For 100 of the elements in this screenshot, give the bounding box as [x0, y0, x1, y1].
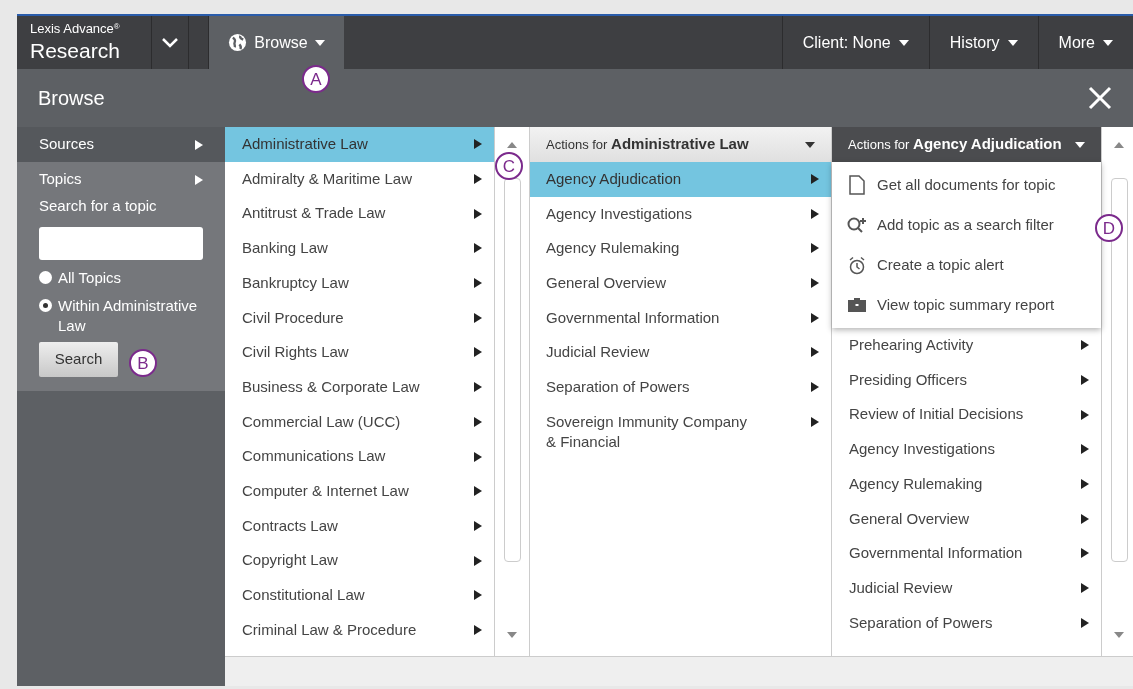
expand-arrow-icon	[1081, 583, 1089, 594]
action-menu-item[interactable]: View topic summary report	[832, 285, 1069, 325]
topic-item[interactable]: Judicial Review	[832, 570, 1101, 606]
scroll-down-icon	[1114, 632, 1124, 638]
briefcase-icon	[847, 297, 867, 313]
actions-header[interactable]: Actions for Agency Adjudication	[832, 127, 1101, 162]
radio-button[interactable]	[39, 270, 52, 284]
radio-label: Within Administrative Law	[58, 295, 199, 336]
topic-item[interactable]: Sovereign Immunity Company & Financial	[530, 404, 831, 452]
topic-item[interactable]: Commercial Law (UCC)	[225, 404, 494, 440]
expand-arrow-icon	[474, 208, 482, 219]
expand-arrow-icon	[195, 174, 203, 185]
topic-item[interactable]: Business & Corporate Law	[225, 369, 494, 405]
expand-arrow-icon	[1081, 513, 1089, 524]
topic-item[interactable]: Bankruptcy Law	[225, 265, 494, 301]
expand-arrow-icon	[195, 139, 203, 150]
expand-arrow-icon	[474, 174, 482, 185]
expand-arrow-icon	[811, 312, 819, 323]
expand-arrow-icon	[1081, 479, 1089, 490]
topic-search-field[interactable]	[39, 226, 203, 260]
dropdown-arrow-icon	[1103, 39, 1113, 46]
topic-item[interactable]: Separation of Powers	[530, 370, 831, 405]
topic-item[interactable]: Communications Law	[225, 439, 494, 474]
topic-item[interactable]: Banking Law	[225, 231, 494, 266]
topic-item[interactable]: Agency Adjudication	[530, 162, 831, 197]
search-plus-icon	[847, 216, 867, 234]
action-menu-item[interactable]: Add topic as a search filter	[832, 205, 1068, 245]
topic-item[interactable]: Civil Rights Law	[225, 335, 494, 370]
topic-item[interactable]: Agency Rulemaking	[530, 231, 831, 267]
expand-arrow-icon	[1081, 444, 1089, 455]
expand-arrow-icon	[474, 139, 482, 150]
category-item[interactable]: Sources	[17, 127, 225, 162]
topic-item[interactable]: Constitutional Law	[225, 577, 494, 613]
radio-button[interactable]	[39, 298, 52, 312]
expand-arrow-icon	[1081, 409, 1089, 420]
search-button[interactable]: Search	[39, 341, 118, 377]
expand-arrow-icon	[474, 624, 482, 635]
dropdown-arrow-icon	[1007, 39, 1018, 46]
chevron-down-icon	[162, 37, 178, 48]
topic-item[interactable]: Separation of Powers	[832, 605, 1101, 641]
radio-label: All Topics	[58, 267, 122, 288]
expand-arrow-icon	[474, 243, 482, 254]
topic-item[interactable]: Governmental Information	[530, 300, 831, 336]
expand-arrow-icon	[474, 416, 482, 427]
topic-item[interactable]: Prehearing Activity	[832, 328, 1101, 363]
topic-item[interactable]: General Overview	[530, 266, 831, 301]
expand-arrow-icon	[474, 347, 482, 358]
category-item[interactable]: Topics	[17, 162, 225, 197]
action-menu-item[interactable]: Create a topic alert	[832, 245, 1018, 285]
expand-arrow-icon	[811, 347, 819, 358]
expand-arrow-icon	[474, 382, 482, 393]
topic-item[interactable]: Antitrust & Trade Law	[225, 196, 494, 232]
globe-icon	[228, 33, 248, 52]
expand-arrow-icon	[1081, 340, 1089, 351]
topic-item[interactable]: Copyright Law	[225, 543, 494, 578]
document-icon	[849, 175, 865, 195]
expand-arrow-icon	[811, 416, 819, 427]
expand-arrow-icon	[1081, 617, 1089, 628]
action-menu-item[interactable]: Get all documents for topic	[832, 165, 1070, 205]
expand-arrow-icon	[811, 174, 819, 184]
expand-arrow-icon	[1081, 548, 1089, 559]
search-label: Search for a topic	[39, 196, 158, 216]
topic-item[interactable]: Admiralty & Maritime Law	[225, 161, 494, 197]
topic-item[interactable]: Administrative Law	[225, 127, 494, 162]
expand-arrow-icon	[474, 278, 482, 289]
scroll-up-icon	[507, 142, 517, 148]
dropdown-arrow-icon	[805, 141, 815, 148]
close-icon[interactable]	[1088, 86, 1112, 110]
topic-item[interactable]: Presiding Officers	[832, 362, 1101, 398]
topic-item[interactable]: Civil Procedure	[225, 300, 494, 336]
scroll-up-icon	[1114, 142, 1124, 148]
expand-arrow-icon	[474, 590, 482, 601]
expand-arrow-icon	[811, 382, 819, 393]
browse-title: Browse	[38, 86, 105, 111]
expand-arrow-icon	[474, 486, 482, 497]
topic-item[interactable]: Judicial Review	[530, 335, 831, 371]
topic-item[interactable]: Agency Investigations	[530, 196, 831, 232]
expand-arrow-icon	[811, 278, 819, 289]
scroll-down-icon	[507, 632, 517, 638]
topic-item[interactable]: Contracts Law	[225, 508, 494, 544]
topic-item[interactable]: Governmental Information	[832, 536, 1101, 571]
expand-arrow-icon	[474, 520, 482, 531]
expand-arrow-icon	[1081, 375, 1089, 386]
dropdown-arrow-icon	[314, 39, 325, 46]
expand-arrow-icon	[811, 243, 819, 254]
expand-arrow-icon	[474, 451, 482, 462]
topic-item[interactable]: Agency Rulemaking	[832, 466, 1101, 502]
dropdown-arrow-icon	[898, 39, 909, 46]
topic-item[interactable]: Review of Initial Decisions	[832, 397, 1101, 433]
topic-item[interactable]: Computer & Internet Law	[225, 473, 494, 509]
expand-arrow-icon	[474, 312, 482, 323]
topic-item[interactable]: General Overview	[832, 501, 1101, 537]
topic-item[interactable]: Criminal Law & Procedure	[225, 612, 494, 648]
alarm-clock-icon	[848, 255, 866, 275]
browse-tab[interactable]: Browse	[209, 16, 344, 69]
topic-item[interactable]: Agency Investigations	[832, 432, 1101, 467]
expand-arrow-icon	[474, 555, 482, 566]
actions-header[interactable]: Actions for Administrative Law	[530, 127, 831, 162]
expand-arrow-icon	[811, 208, 819, 219]
dropdown-arrow-icon	[1075, 141, 1085, 148]
